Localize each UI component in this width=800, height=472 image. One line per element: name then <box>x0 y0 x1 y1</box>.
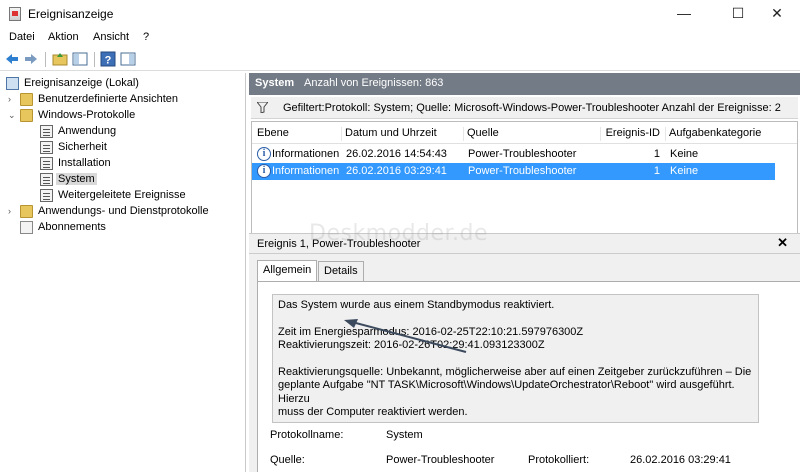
column-header-source[interactable]: Quelle <box>463 127 499 141</box>
svg-text:?: ? <box>105 55 112 67</box>
table-row[interactable]: i Informationen 26.02.2016 14:54:43 Powe… <box>252 146 775 163</box>
tree-item-label: Sicherheit <box>58 141 107 153</box>
toolbar-separator <box>94 52 95 67</box>
info-icon: i <box>257 147 271 161</box>
tab-details[interactable]: Details <box>318 261 364 281</box>
cell-category: Keine <box>670 148 699 160</box>
menu-help[interactable]: ? <box>143 31 149 43</box>
back-arrow-icon[interactable] <box>4 51 20 67</box>
folder-icon <box>20 109 33 122</box>
folder-icon <box>20 205 33 218</box>
toolbar: ? <box>0 47 800 71</box>
event-viewer-app-icon <box>9 7 21 21</box>
column-header-category[interactable]: Aufgabenkategorie <box>665 127 761 141</box>
property-value: Power-Troubleshooter <box>386 454 495 466</box>
main-panel: System Anzahl von Ereignissen: 863 Gefil… <box>249 73 800 472</box>
watermark: Deskmodder.de <box>309 221 489 246</box>
cell-datetime: 26.02.2016 14:54:43 <box>346 148 447 160</box>
tree-item-label: Installation <box>58 157 111 169</box>
chevron-right-icon[interactable]: › <box>8 94 18 104</box>
tree-item-label: System <box>56 173 97 185</box>
cell-event-id: 1 <box>653 165 660 177</box>
forward-arrow-icon[interactable] <box>23 51 39 67</box>
log-icon <box>40 157 53 170</box>
navigation-tree: Ereignisanzeige (Lokal) › Benutzerdefini… <box>0 73 246 472</box>
tree-item-label: Windows-Protokolle <box>38 109 136 121</box>
toolbar-separator <box>45 52 46 67</box>
cell-category: Keine <box>670 165 699 177</box>
tree-item-label: Anwendung <box>58 125 117 137</box>
minimize-button[interactable]: — <box>661 0 707 28</box>
property-row: Quelle: Power-Troubleshooter Protokollie… <box>270 454 790 470</box>
column-header-datetime[interactable]: Datum und Uhrzeit <box>341 127 437 141</box>
computer-icon <box>6 77 19 90</box>
log-icon <box>40 141 53 154</box>
tree-item-label: Weitergeleitete Ereignisse <box>58 189 186 201</box>
log-icon <box>40 189 53 202</box>
tree-item-label: Ereignisanzeige (Lokal) <box>24 77 139 89</box>
tree-item-label: Abonnements <box>38 221 106 233</box>
log-name: System <box>255 77 295 89</box>
tree-item-label: Anwendungs- und Dienstprotokolle <box>38 205 209 217</box>
menu-aktion[interactable]: Aktion <box>48 31 79 43</box>
folder-icon <box>20 93 33 106</box>
table-row-selected[interactable]: i Informationen 26.02.2016 03:29:41 Powe… <box>252 163 775 180</box>
menu-datei[interactable]: Datei <box>9 31 35 43</box>
title-bar: Ereignisanzeige — ☐ ✕ <box>0 0 800 28</box>
filter-funnel-icon <box>257 102 268 113</box>
event-count: Anzahl von Ereignissen: 863 <box>304 77 444 89</box>
annotation-arrow-icon <box>344 319 467 353</box>
cell-source: Power-Troubleshooter <box>468 165 577 177</box>
cell-source: Power-Troubleshooter <box>468 148 577 160</box>
tree-item-label: Benutzerdefinierte Ansichten <box>38 93 179 105</box>
message-line: geplante Aufgabe "NT TASK\Microsoft\Wind… <box>278 379 735 405</box>
filter-description: Gefiltert:Protokoll: System; Quelle: Mic… <box>283 102 781 114</box>
window-title: Ereignisanzeige <box>28 7 114 21</box>
message-line: muss der Computer reaktiviert werden. <box>278 406 468 418</box>
properties-panel-icon[interactable] <box>120 51 136 67</box>
general-tab-pane: Das System wurde aus einem Standbymodus … <box>257 281 800 472</box>
property-row: Protokollname: System <box>270 429 790 445</box>
table-header: Ebene Datum und Uhrzeit Quelle Ereignis-… <box>252 122 797 144</box>
cell-level: Informationen <box>272 165 340 177</box>
message-line: Reaktivierungsquelle: Unbekannt, möglich… <box>278 365 752 378</box>
filter-bar: Gefiltert:Protokoll: System; Quelle: Mic… <box>251 97 798 119</box>
up-folder-icon[interactable] <box>52 51 68 67</box>
chevron-right-icon[interactable]: › <box>8 206 18 216</box>
cell-datetime: 26.02.2016 03:29:41 <box>346 165 447 177</box>
log-icon <box>40 173 53 186</box>
column-header-event-id[interactable]: Ereignis-ID <box>600 127 664 141</box>
tab-allgemein[interactable]: Allgemein <box>257 260 318 281</box>
close-detail-icon[interactable]: ✕ <box>777 235 788 251</box>
property-label: Protokollname: <box>270 429 344 441</box>
cell-level: Informationen <box>272 148 340 160</box>
subscription-icon <box>20 221 33 234</box>
close-button[interactable]: ✕ <box>754 0 800 28</box>
log-icon <box>40 125 53 138</box>
cell-event-id: 1 <box>653 148 660 160</box>
event-message: Das System wurde aus einem Standbymodus … <box>272 294 759 423</box>
info-icon: i <box>257 164 271 178</box>
property-label: Protokolliert: <box>528 454 590 466</box>
log-header: System Anzahl von Ereignissen: 863 <box>249 73 800 95</box>
help-icon[interactable]: ? <box>100 51 116 67</box>
event-detail-pane: Ereignis 1, Power-Troubleshooter ✕ Allge… <box>249 233 800 472</box>
show-hide-tree-icon[interactable] <box>72 51 88 67</box>
property-value: 26.02.2016 03:29:41 <box>630 454 731 466</box>
property-value: System <box>386 429 423 441</box>
menu-ansicht[interactable]: Ansicht <box>93 31 129 43</box>
menu-bar: Datei Aktion Ansicht ? <box>0 28 800 47</box>
message-line: Das System wurde aus einem Standbymodus … <box>278 299 555 311</box>
chevron-down-icon[interactable]: ⌄ <box>8 110 18 120</box>
property-label: Quelle: <box>270 454 305 466</box>
column-header-level[interactable]: Ebene <box>254 127 289 141</box>
